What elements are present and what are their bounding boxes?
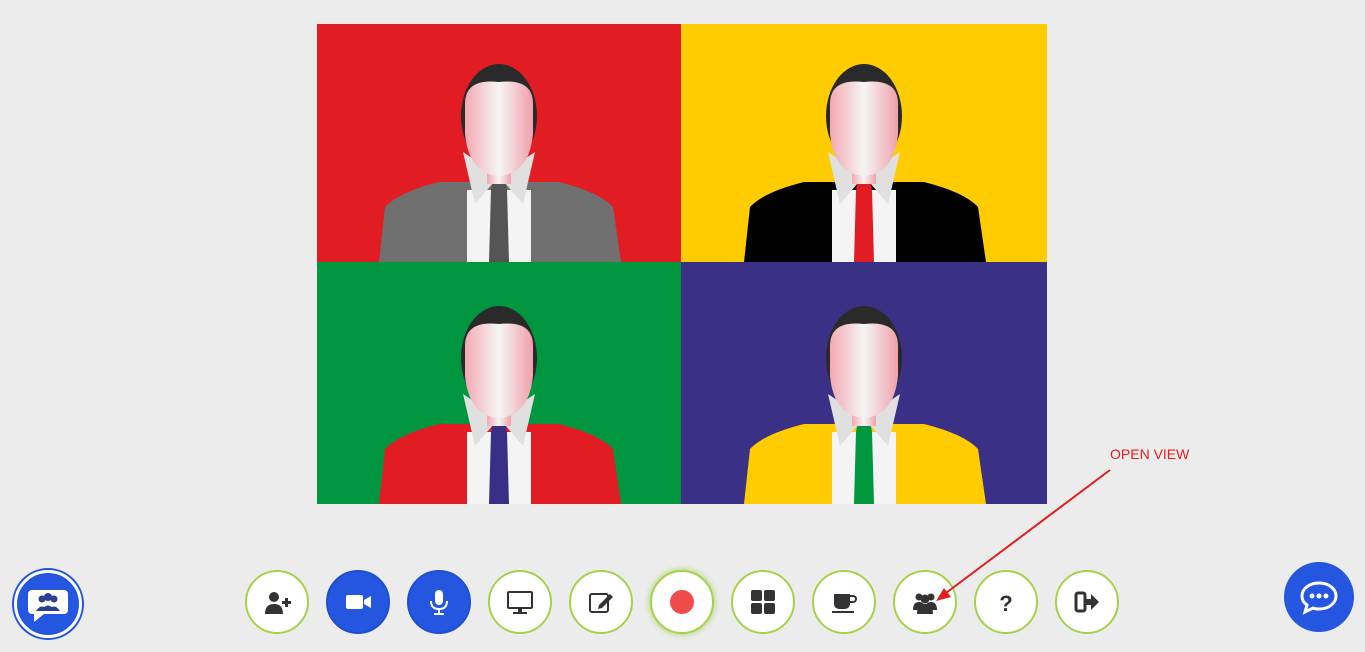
microphone-button[interactable] [407, 570, 471, 634]
video-tile-participant-3[interactable] [317, 262, 681, 504]
record-button[interactable] [650, 570, 714, 634]
add-user-icon [265, 592, 291, 614]
video-camera-icon [346, 595, 371, 609]
chat-button[interactable] [1284, 562, 1354, 632]
grid-view-button[interactable] [731, 570, 795, 634]
avatar [681, 24, 1047, 262]
avatar [317, 262, 681, 504]
microphone-icon [430, 590, 448, 615]
grid-view-icon [751, 590, 775, 614]
participants-button[interactable] [893, 570, 957, 634]
video-camera-button[interactable] [326, 570, 390, 634]
leave-icon [1074, 591, 1099, 613]
annotation-label: OPEN VIEW [1110, 446, 1190, 462]
participants-icon [913, 593, 937, 614]
svg-text:?: ? [999, 591, 1012, 616]
avatar [317, 24, 681, 262]
add-user-button[interactable] [245, 570, 309, 634]
group-chat-button[interactable] [14, 570, 82, 638]
leave-button[interactable] [1055, 570, 1119, 634]
avatar [681, 262, 1047, 504]
help-button[interactable]: ? [974, 570, 1038, 634]
screen-share-icon [507, 591, 533, 614]
whiteboard-edit-button[interactable] [569, 570, 633, 634]
video-tile-participant-1[interactable] [317, 24, 681, 262]
group-chat-icon [28, 590, 68, 622]
coffee-break-button[interactable] [812, 570, 876, 634]
screen-share-button[interactable] [488, 570, 552, 634]
video-tile-participant-2[interactable] [681, 24, 1047, 262]
coffee-break-icon [832, 594, 857, 613]
chat-bubble-icon [1300, 581, 1338, 615]
video-tile-participant-4[interactable] [681, 262, 1047, 504]
help-icon: ? [999, 591, 1012, 616]
video-grid [317, 24, 1047, 504]
record-icon [670, 590, 694, 614]
whiteboard-edit-icon [589, 593, 613, 613]
